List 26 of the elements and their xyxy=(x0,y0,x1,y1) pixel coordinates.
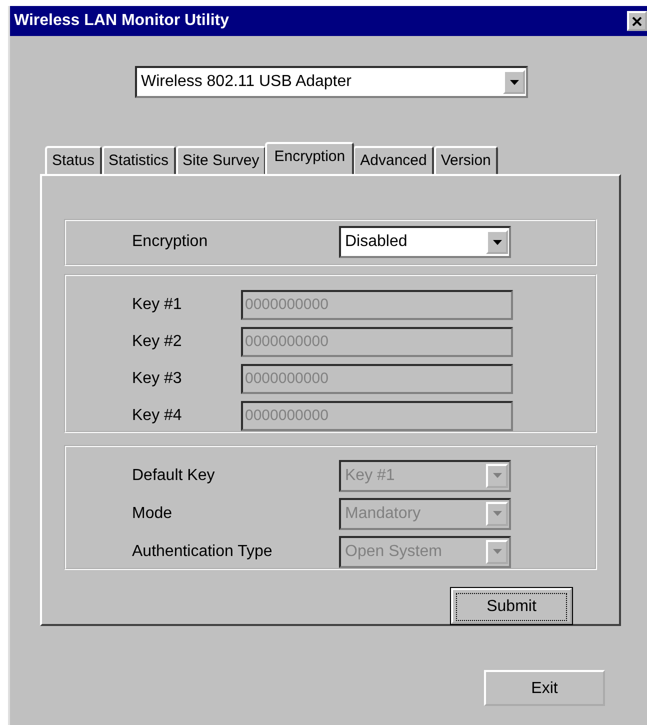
exit-button[interactable]: Exit xyxy=(484,670,605,706)
field-label: Key #3 xyxy=(132,370,183,388)
field-label: Mode xyxy=(132,504,174,523)
field-label: Authentication Type xyxy=(132,542,274,561)
close-icon xyxy=(632,16,642,26)
dropdown[interactable]: Disabled xyxy=(339,226,511,258)
close-button[interactable] xyxy=(627,11,647,31)
caret-icon xyxy=(492,240,502,245)
field-label: Key #4 xyxy=(132,406,183,425)
caret-icon xyxy=(492,511,502,516)
field-label: Key #2 xyxy=(132,332,183,351)
tab[interactable]: Version xyxy=(434,146,498,174)
caret-icon xyxy=(510,80,518,84)
tab[interactable]: Status xyxy=(45,146,102,174)
caret-icon xyxy=(492,549,502,554)
field-label: Default Key xyxy=(132,466,216,485)
field-label: Key #1 xyxy=(132,296,183,314)
field-label: Encryption xyxy=(132,233,209,252)
dropdown[interactable]: Wireless 802.11 USB Adapter xyxy=(135,66,528,98)
tab[interactable]: Encryption xyxy=(265,142,354,174)
submit-button[interactable]: Submit xyxy=(451,588,572,624)
caret-icon xyxy=(492,473,502,478)
tab[interactable]: Advanced xyxy=(353,146,434,174)
tab[interactable]: Statistics xyxy=(102,146,176,174)
window-title: Wireless LAN Monitor Utility xyxy=(14,12,229,30)
tab[interactable]: Site Survey xyxy=(176,146,266,174)
